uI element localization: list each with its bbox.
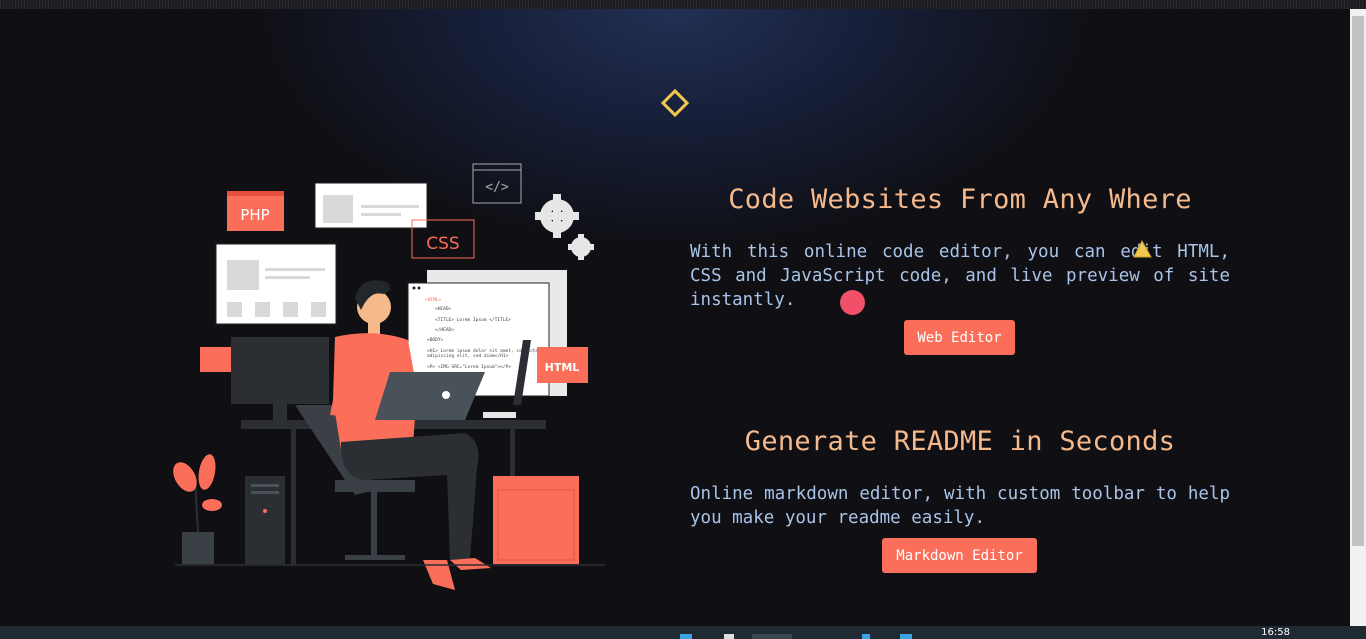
taskbar-app-icon[interactable] — [900, 634, 912, 639]
css-tag-label: CSS — [426, 234, 459, 254]
section-2-title: Generate README in Seconds — [744, 426, 1176, 457]
developer-illustration: PHP </> CSS <HTML> <HEAD> <TITLE> Lorem … — [173, 163, 605, 590]
code-line-1: <HTML> — [425, 297, 442, 303]
taskbar-app-icon[interactable] — [680, 634, 692, 639]
php-tag-label: PHP — [240, 206, 269, 224]
taskbar-app-icon[interactable] — [752, 634, 792, 639]
code-line-4: </HEAD> — [435, 327, 454, 333]
browser-top-strip — [0, 0, 1366, 9]
mouse-pointer-icon — [1133, 240, 1152, 258]
taskbar-app-icon[interactable] — [862, 634, 870, 639]
code-tag-label: </> — [485, 180, 509, 195]
cursor-highlight-dot — [840, 290, 865, 315]
html-tag: HTML — [537, 347, 588, 383]
code-line-5: <BODY> — [427, 337, 444, 343]
markdown-editor-button[interactable]: Markdown Editor — [882, 538, 1037, 573]
code-line-8: <P> <IMG SRC="Lorem Ipsum"></P> — [427, 364, 511, 370]
section-1-title: Code Websites From Any Where — [728, 184, 1192, 215]
code-tag: </> — [472, 163, 522, 204]
taskbar-app-icon[interactable] — [724, 634, 734, 639]
web-editor-button[interactable]: Web Editor — [904, 320, 1015, 355]
code-line-3: <TITLE> Lorem Ipsum </TITLE> — [435, 317, 511, 323]
html-tag-label: HTML — [545, 361, 580, 374]
gear-icon — [535, 194, 594, 260]
taskbar-clock: 16:58 — [1261, 627, 1290, 638]
code-line-7: adipiscing elit, sed diam</H1> — [427, 353, 509, 359]
scrollbar-thumb[interactable] — [1352, 16, 1364, 546]
php-tag: PHP — [227, 191, 284, 231]
section-2-description: Online markdown editor, with custom tool… — [690, 484, 1230, 528]
code-line-2: <HEAD> — [435, 306, 452, 312]
